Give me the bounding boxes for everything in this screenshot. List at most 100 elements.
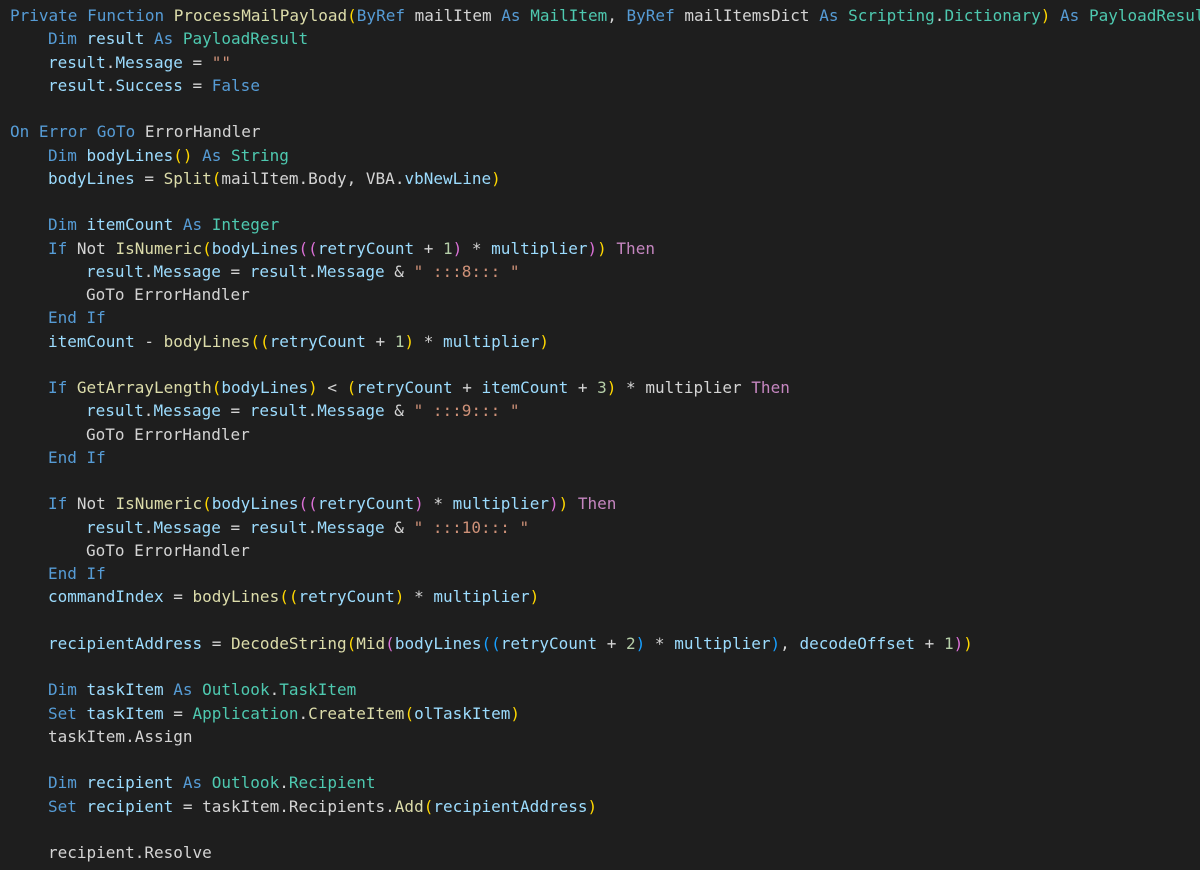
code-line[interactable]: Dim result As PayloadResult [10,27,1200,50]
code-token: itemCount [48,331,135,351]
code-token: Scripting [848,6,935,25]
code-line[interactable]: taskItem.Assign [10,725,1200,748]
code-token: = [220,261,250,281]
code-token: Mid [356,633,386,653]
code-token: retryCount [500,633,598,653]
code-editor[interactable]: Private Function ProcessMailPayload(ByRe… [0,0,1200,870]
code-token: ) [529,587,540,607]
code-line[interactable]: If Not IsNumeric(bodyLines((retryCount) … [10,492,1200,515]
code-line[interactable]: Dim bodyLines() As String [10,144,1200,167]
code-line[interactable]: bodyLines = Split(mailItem.Body, VBA.vbN… [10,167,1200,190]
code-token: ) [394,587,405,607]
code-line[interactable]: Private Function ProcessMailPayload(ByRe… [10,4,1200,27]
code-token: - [134,331,164,351]
code-token: retryCount [269,331,366,351]
code-token: . [307,401,318,421]
code-token: * [404,587,434,607]
code-line[interactable]: End If [10,562,1200,585]
code-token: (( [298,494,318,514]
code-token: bodyLines [221,378,309,397]
code-line[interactable]: result.Message = result.Message & " :::1… [10,516,1200,539]
code-line[interactable]: result.Success = False [10,74,1200,97]
code-token: 2 [626,633,636,653]
code-token: taskItem.Recipients. [202,796,395,816]
code-line[interactable]: commandIndex = bodyLines((retryCount) * … [10,585,1200,608]
code-token: ByRef [626,6,685,25]
code-line[interactable] [10,609,1200,632]
code-token: GoTo [86,285,135,304]
code-line[interactable]: End If [10,446,1200,469]
code-token: itemCount [86,215,183,235]
code-token: retryCount [356,378,453,397]
code-line[interactable] [10,748,1200,771]
code-token: Dim [48,29,87,49]
code-token: . [934,6,945,25]
code-token: ( [202,238,212,258]
code-token: ( [423,796,434,816]
code-line[interactable]: Dim taskItem As Outlook.TaskItem [10,678,1200,701]
code-line[interactable]: Set recipient = taskItem.Recipients.Add(… [10,795,1200,818]
code-line[interactable]: GoTo ErrorHandler [10,423,1200,446]
code-token: = [182,52,212,72]
code-token: Message [317,401,385,421]
code-line[interactable]: GoTo ErrorHandler [10,283,1200,306]
code-line[interactable]: If Not IsNumeric(bodyLines((retryCount +… [10,237,1200,260]
code-token: ErrorHandler [134,540,250,560]
code-token: bodyLines [163,331,251,351]
code-line[interactable]: Dim recipient As Outlook.Recipient [10,771,1200,794]
code-token: retryCount [298,587,395,607]
code-line[interactable]: itemCount - bodyLines((retryCount + 1) *… [10,330,1200,353]
code-line[interactable] [10,469,1200,492]
code-line[interactable]: If GetArrayLength(bodyLines) < (retryCou… [10,376,1200,399]
code-token: result [249,261,308,281]
code-token: . [307,261,318,281]
code-line[interactable] [10,655,1200,678]
code-token: multiplier [452,494,549,514]
code-line[interactable]: recipient.Resolve [10,841,1200,864]
code-line[interactable]: On Error GoTo ErrorHandler [10,120,1200,143]
code-token: ( [346,378,357,397]
code-token: Split [163,168,212,188]
code-token: ( [211,378,222,397]
code-token: IsNumeric [115,494,203,514]
code-line[interactable] [10,190,1200,213]
code-token: < [317,378,347,397]
code-line[interactable] [10,818,1200,841]
code-line[interactable]: recipientAddress = DecodeString(Mid(body… [10,632,1200,655]
code-token: taskItem [86,680,174,700]
code-token: result [249,517,308,537]
code-token: result [249,401,308,421]
code-token: . [143,517,154,537]
code-token: Outlook [211,773,280,793]
code-token: ) [404,331,415,351]
code-line[interactable]: Dim itemCount As Integer [10,213,1200,236]
code-token: recipient [86,773,183,793]
code-line[interactable]: result.Message = "" [10,51,1200,74]
code-line[interactable] [10,353,1200,376]
code-token: As [182,773,212,793]
code-token: . [105,52,116,72]
code-token: (( [298,238,318,258]
code-token: GoTo [86,540,135,560]
code-token: ( [211,168,222,188]
code-token: GoTo [96,122,145,142]
code-line[interactable]: result.Message = result.Message & " :::8… [10,260,1200,283]
code-token: As [1060,6,1089,25]
code-token: , [607,6,627,25]
code-line[interactable] [10,97,1200,120]
code-token: ) [539,331,549,351]
code-token: + [568,378,598,397]
code-token: = [182,75,212,95]
code-line[interactable]: result.Message = result.Message & " :::9… [10,399,1200,422]
code-token: recipient.Resolve [48,843,212,862]
code-token: result [86,29,154,49]
code-token: Message [317,261,385,281]
code-token: End [48,308,87,328]
code-line[interactable]: GoTo ErrorHandler [10,539,1200,562]
code-line[interactable]: End If [10,306,1200,329]
code-line[interactable]: Set taskItem = Application.CreateItem(ol… [10,702,1200,725]
code-token: CreateItem [308,703,405,723]
code-token: ) [414,494,424,514]
